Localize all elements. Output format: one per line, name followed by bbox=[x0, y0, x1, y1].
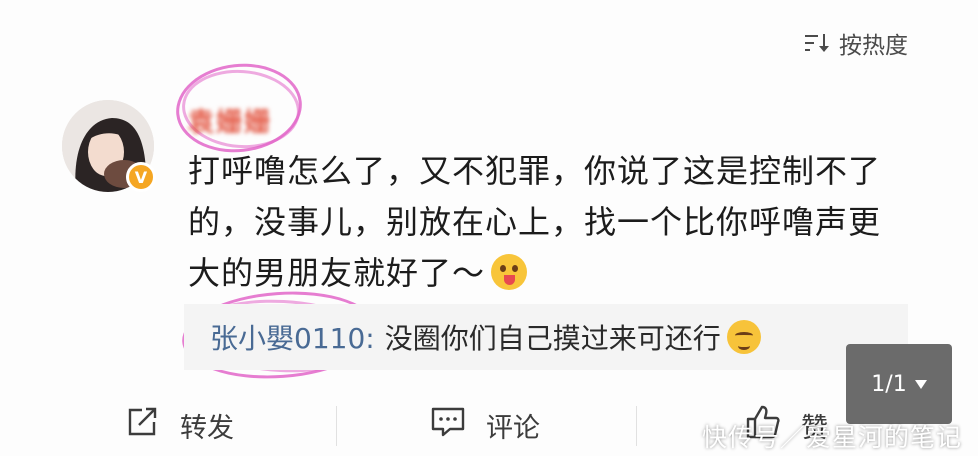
watermark: 快传号／爱星河的笔记 bbox=[701, 423, 962, 452]
verified-badge: V bbox=[126, 162, 156, 192]
comment-icon bbox=[430, 406, 466, 445]
reply-username[interactable]: 张小嬰0110: bbox=[210, 317, 375, 357]
comment-text: 打呼噜怎么了，又不犯罪，你说了这是控制不了的，没事儿，别放在心上，找一个比你呼噜… bbox=[188, 152, 882, 292]
comment-body: 打呼噜怎么了，又不犯罪，你说了这是控制不了的，没事儿，别放在心上，找一个比你呼噜… bbox=[188, 146, 908, 299]
comment-button[interactable]: 评论 bbox=[430, 406, 540, 445]
sort-by-popularity[interactable]: 按热度 bbox=[805, 26, 908, 60]
divider bbox=[636, 406, 637, 446]
sort-icon bbox=[805, 33, 831, 53]
comment-card: 按热度 V 袁姗姗 打呼噜怎么了，又不犯罪，你说了这是控制不了的，没事儿，别放在… bbox=[0, 0, 978, 456]
caret-down-icon bbox=[914, 379, 927, 389]
reply-text: 没圈你们自己摸过来可还行 bbox=[384, 322, 721, 355]
forward-label: 转发 bbox=[180, 413, 234, 444]
reply-box[interactable]: 张小嬰0110: 没圈你们自己摸过来可还行 bbox=[184, 304, 908, 370]
comment-label: 评论 bbox=[486, 413, 540, 444]
forward-icon bbox=[126, 406, 160, 445]
divider bbox=[336, 406, 337, 446]
tongue-out-emoji-icon bbox=[491, 254, 528, 290]
sort-label: 按热度 bbox=[839, 33, 908, 59]
forward-button[interactable]: 转发 bbox=[126, 406, 234, 445]
comment-username[interactable]: 袁姗姗 bbox=[188, 102, 272, 139]
upside-down-smile-emoji-icon bbox=[726, 320, 761, 354]
